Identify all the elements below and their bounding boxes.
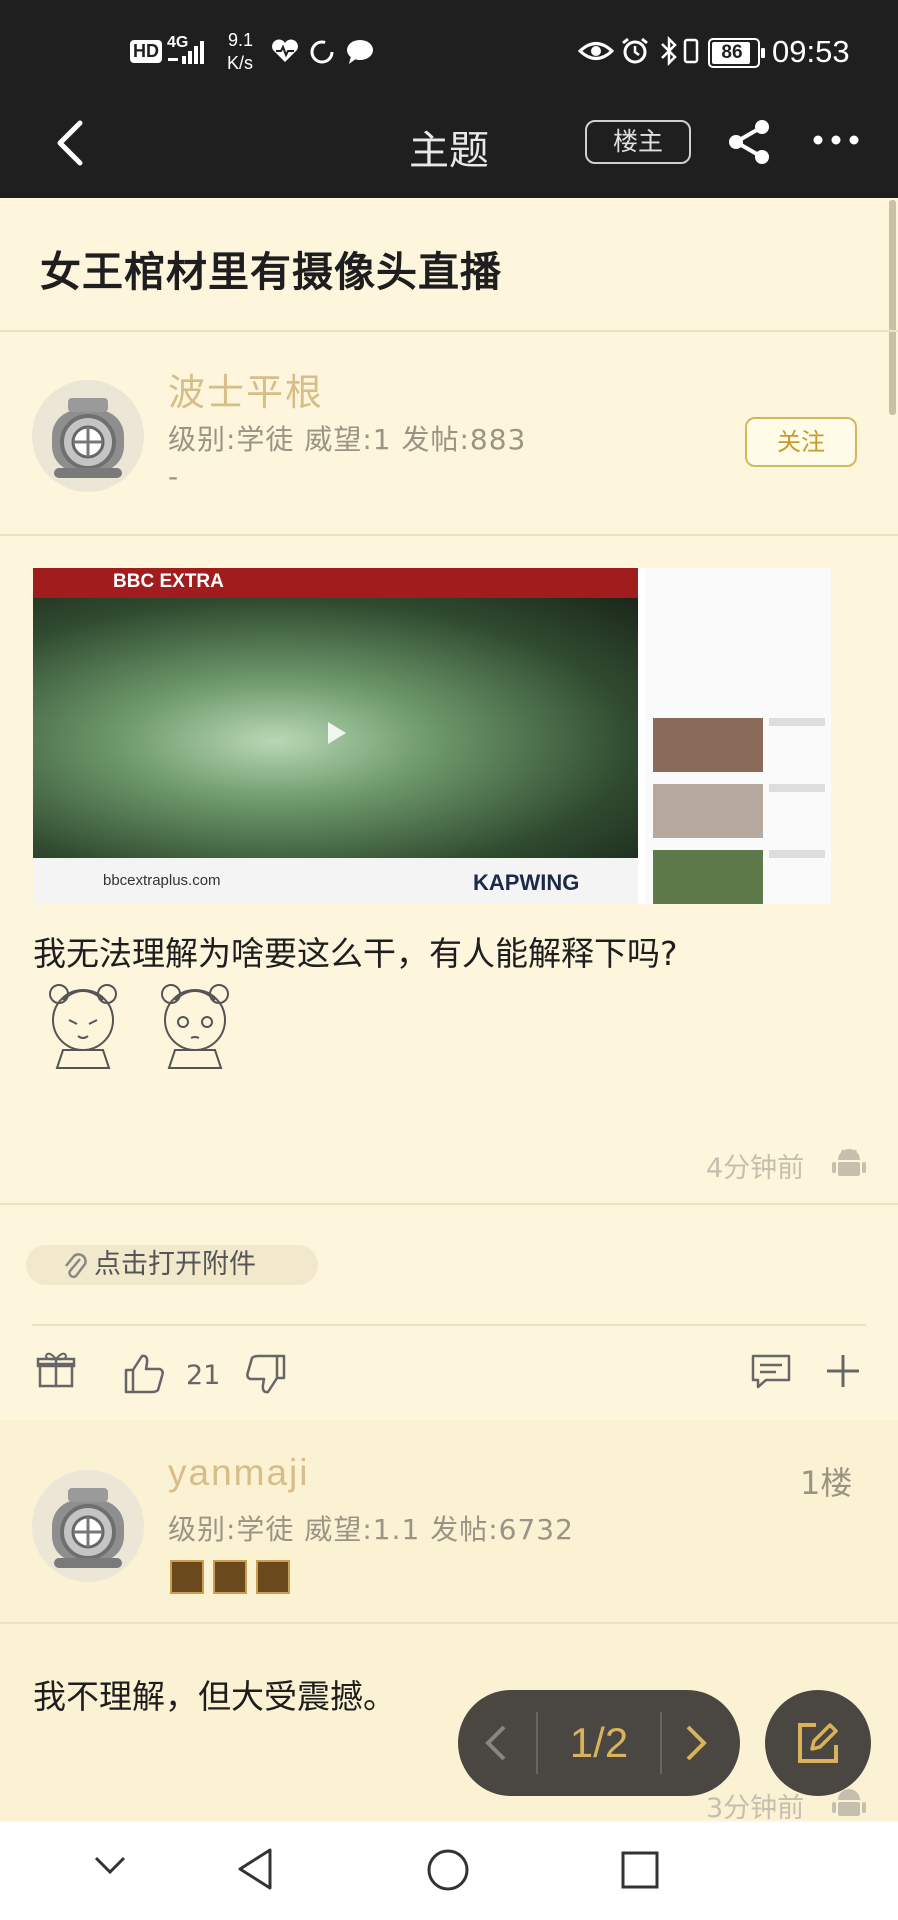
page-navigator: 1/2 (458, 1690, 740, 1796)
gift-icon[interactable] (36, 1350, 76, 1390)
chat-bubble-icon (347, 40, 373, 64)
vibrate-icon (683, 38, 699, 64)
diving-helmet-avatar-icon (52, 398, 124, 478)
thumbs-up-icon[interactable] (122, 1352, 166, 1396)
divider (0, 330, 898, 332)
user-medals (170, 1560, 291, 1598)
diving-helmet-avatar-icon (52, 1488, 124, 1568)
previous-page-icon[interactable] (480, 1723, 510, 1763)
author-name[interactable]: 波士平根 (168, 362, 324, 416)
medal-badge-icon (213, 1560, 248, 1594)
back-triangle-icon[interactable] (234, 1846, 276, 1892)
post-title: 女王棺材里有摄像头直播 (40, 248, 502, 296)
divider (32, 1324, 866, 1326)
system-navigation-bar (0, 1822, 898, 1920)
signal-icon (168, 41, 204, 64)
network-speed-value: 9.1 (228, 30, 254, 50)
divider (0, 1622, 898, 1624)
kapwing-watermark: KAPWING (473, 870, 580, 895)
reply-author-name[interactable]: yanmaji (168, 1452, 310, 1494)
reply-timestamp: 3分钟前 (706, 1793, 805, 1824)
bbc-logo-text: BBC EXTRA (113, 571, 224, 592)
post-body: 我无法理解为啥要这么干，有人能解释下吗? (33, 934, 678, 973)
medal-badge-icon (256, 1560, 291, 1594)
floor-number: 1楼 (800, 1464, 853, 1502)
owner-only-button[interactable]: 楼主 (585, 120, 691, 164)
health-heart-icon (272, 39, 298, 62)
scrollbar[interactable] (889, 200, 896, 415)
attachment-label: 点击打开附件 (94, 1249, 256, 1280)
video-frame: BBC EXTRA bbcextraplus.com KAPWING (33, 568, 638, 904)
side-screenshot-panel (645, 568, 831, 904)
eye-comfort-icon (578, 42, 614, 60)
battery-icon: 86 (708, 38, 765, 68)
reply-body: 我不理解，但大受震撼。 (33, 1677, 396, 1716)
reply-author-stats: 级别:学徒 威望:1.1 发帖:6732 (168, 1513, 574, 1546)
source-watermark: bbcextraplus.com (103, 872, 221, 889)
medal-badge-icon (170, 1560, 204, 1594)
edit-icon (798, 1723, 838, 1763)
thumbs-down-icon[interactable] (244, 1352, 288, 1396)
reply-compose-button[interactable] (765, 1690, 871, 1796)
post-image[interactable]: BBC EXTRA bbcextraplus.com KAPWING (33, 568, 831, 904)
divider (0, 1203, 898, 1205)
alarm-icon (622, 37, 648, 64)
status-bar: HD 4G 9.1 K/s 86 09:53 (0, 0, 898, 100)
author-extra: - (168, 460, 180, 493)
author-stats: 级别:学徒 威望:1 发帖:883 (168, 423, 527, 456)
follow-button[interactable]: 关注 (745, 417, 857, 467)
more-options-icon[interactable] (812, 130, 860, 150)
avatar[interactable] (32, 1470, 144, 1582)
play-icon[interactable] (320, 718, 350, 748)
avatar[interactable] (32, 380, 144, 492)
hd-indicator: HD (130, 40, 162, 63)
recent-apps-square-icon[interactable] (620, 1850, 660, 1890)
android-icon (832, 1149, 866, 1176)
like-count: 21 (186, 1360, 221, 1391)
share-icon[interactable] (726, 118, 774, 166)
pager-divider (660, 1712, 662, 1774)
page-indicator[interactable]: 1/2 (538, 1690, 660, 1796)
paperclip-icon (65, 1253, 87, 1279)
top-navigation-bar: 主题 楼主 (0, 100, 898, 198)
network-speed-unit: K/s (227, 53, 254, 73)
comment-icon[interactable] (750, 1352, 792, 1390)
battery-level: 86 (721, 42, 743, 63)
clock: 09:53 (772, 34, 850, 69)
sync-circle-icon (310, 40, 334, 64)
home-circle-icon[interactable] (426, 1848, 470, 1892)
emoji-sticker-icon (49, 984, 229, 1069)
next-page-icon[interactable] (682, 1723, 712, 1763)
plus-icon[interactable] (824, 1352, 862, 1390)
chevron-down-icon[interactable] (92, 1854, 128, 1878)
open-attachment-button[interactable]: 点击打开附件 (26, 1245, 318, 1285)
bluetooth-icon (661, 36, 677, 66)
divider (0, 534, 898, 536)
post-timestamp: 4分钟前 (706, 1153, 805, 1184)
